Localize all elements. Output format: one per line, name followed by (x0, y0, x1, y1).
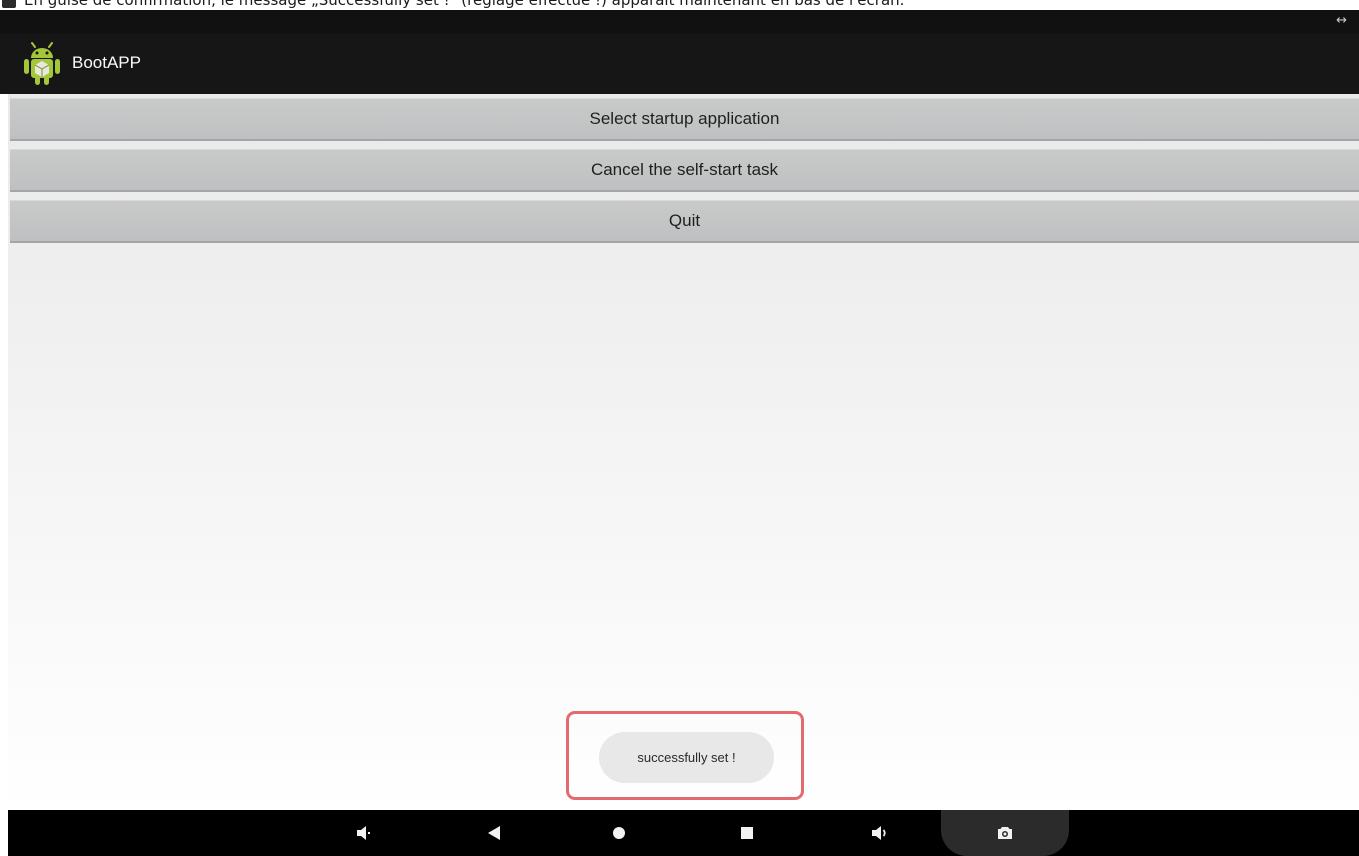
screenshot-button[interactable] (985, 810, 1025, 856)
recents-icon (741, 827, 753, 839)
screen: En guise de confirmation, le message „Su… (0, 0, 1359, 856)
resize-arrows-icon: ↔ (1336, 13, 1347, 28)
volume-down-button[interactable] (343, 810, 383, 856)
navigation-bar (8, 810, 1359, 856)
main-content: Select startup application Cancel the se… (8, 94, 1359, 810)
status-bar: ↔ (0, 10, 1359, 34)
home-icon (613, 827, 625, 839)
step-badge (2, 0, 16, 8)
select-startup-app-button[interactable]: Select startup application (10, 98, 1359, 141)
volume-up-icon (872, 826, 886, 840)
back-icon (488, 826, 500, 840)
home-button[interactable] (599, 810, 639, 856)
action-bar: BootAPP (0, 34, 1359, 94)
app-title: BootAPP (72, 53, 141, 72)
caption-band: En guise de confirmation, le message „Su… (0, 0, 1359, 10)
quit-button[interactable]: Quit (10, 200, 1359, 243)
volume-up-button[interactable] (860, 810, 900, 856)
volume-down-icon (357, 826, 370, 840)
toast-message: successfully set ! (599, 732, 774, 783)
cancel-self-start-button[interactable]: Cancel the self-start task (10, 149, 1359, 192)
back-button[interactable] (474, 810, 514, 856)
android-robot-icon (24, 42, 60, 85)
screenshot-icon (998, 827, 1012, 839)
recents-button[interactable] (727, 810, 767, 856)
caption-text: En guise de confirmation, le message „Su… (24, 0, 905, 9)
